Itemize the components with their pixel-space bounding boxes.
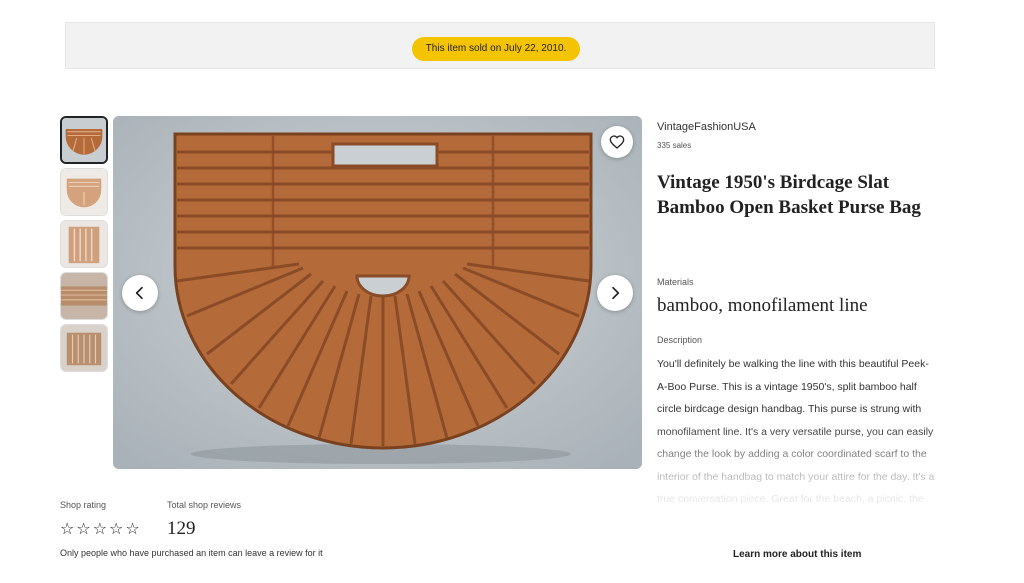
star-outline-icon: ☆ (109, 519, 124, 538)
thumbnail-image (61, 169, 107, 215)
main-product-image (113, 116, 642, 469)
thumbnail-image (61, 273, 107, 319)
shop-sales-count: 335 sales (657, 141, 692, 150)
total-reviews-count: 129 (167, 518, 196, 539)
total-reviews-label: Total shop reviews (167, 500, 242, 510)
next-image-button[interactable] (597, 275, 633, 311)
learn-more-button[interactable]: Learn more about this item (733, 549, 861, 560)
chevron-left-icon (135, 286, 143, 300)
sold-notice-badge: This item sold on July 22, 2010. (412, 37, 580, 61)
bamboo-purse-photo (113, 116, 642, 469)
thumbnail-4[interactable] (60, 272, 108, 320)
star-outline-icon: ☆ (60, 519, 75, 538)
thumbnail-5[interactable] (60, 324, 108, 372)
star-outline-icon: ☆ (125, 519, 140, 538)
review-eligibility-note: Only people who have purchased an item c… (60, 548, 323, 558)
previous-image-button[interactable] (122, 275, 158, 311)
chevron-right-icon (612, 286, 620, 300)
listing-title: Vintage 1950's Birdcage Slat Bamboo Open… (657, 172, 921, 218)
shop-name-link[interactable]: VintageFashionUSA (657, 121, 756, 133)
favorite-button[interactable] (601, 126, 633, 158)
thumbnail-image (61, 325, 107, 371)
thumbnail-2[interactable] (60, 168, 108, 216)
shop-rating-label: Shop rating (60, 500, 107, 510)
description-label: Description (657, 335, 703, 345)
shop-rating-stars: ☆ ☆ ☆ ☆ ☆ (60, 521, 140, 537)
description-text: You'll definitely be walking the line wi… (657, 358, 935, 505)
thumbnail-image (62, 118, 106, 162)
thumbnail-3[interactable] (60, 220, 108, 268)
materials-value: bamboo, monofilament line (657, 295, 868, 316)
star-outline-icon: ☆ (92, 519, 108, 538)
thumbnail-image (61, 221, 107, 267)
thumbnail-1[interactable] (60, 116, 108, 164)
star-outline-icon: ☆ (76, 519, 91, 538)
heart-icon (609, 135, 625, 149)
materials-label: Materials (657, 277, 694, 287)
